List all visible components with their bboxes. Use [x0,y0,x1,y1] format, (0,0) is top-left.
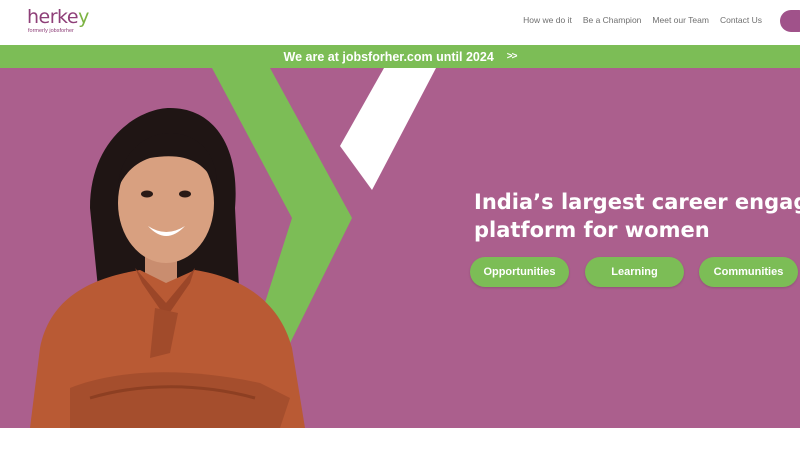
hero-headline: India’s largest career engage platform f… [474,188,800,244]
header: herkey formerly jobsforher How we do it … [0,0,800,45]
banner-text: We are at jobsforher.com until 2024 [283,49,494,64]
hero-section: India’s largest career engage platform f… [0,68,800,428]
announcement-banner[interactable]: We are at jobsforher.com until 2024 >> [0,45,800,68]
communities-button[interactable]: Communities [699,257,798,287]
hero-headline-line-1: India’s largest career engage [474,190,800,214]
nav-meet-our-team[interactable]: Meet our Team [652,15,709,25]
top-nav: How we do it Be a Champion Meet our Team… [523,15,762,25]
nav-contact-us[interactable]: Contact Us [720,15,762,25]
opportunities-button[interactable]: Opportunities [470,257,569,287]
page-below-fold [0,428,800,450]
herkey-logo[interactable]: herkey formerly jobsforher [27,7,89,34]
woman-portrait-illustration [30,108,305,428]
double-chevron-right-icon: >> [506,51,518,62]
learning-button[interactable]: Learning [585,257,684,287]
logo-tagline: formerly jobsforher [28,28,74,34]
hero-headline-line-2: platform for women [474,218,710,242]
white-chevron-shape [340,68,436,190]
logo-wordmark: herkey [27,6,89,28]
nav-be-a-champion[interactable]: Be a Champion [583,15,642,25]
login-button[interactable] [780,10,800,32]
nav-how-we-do-it[interactable]: How we do it [523,15,572,25]
